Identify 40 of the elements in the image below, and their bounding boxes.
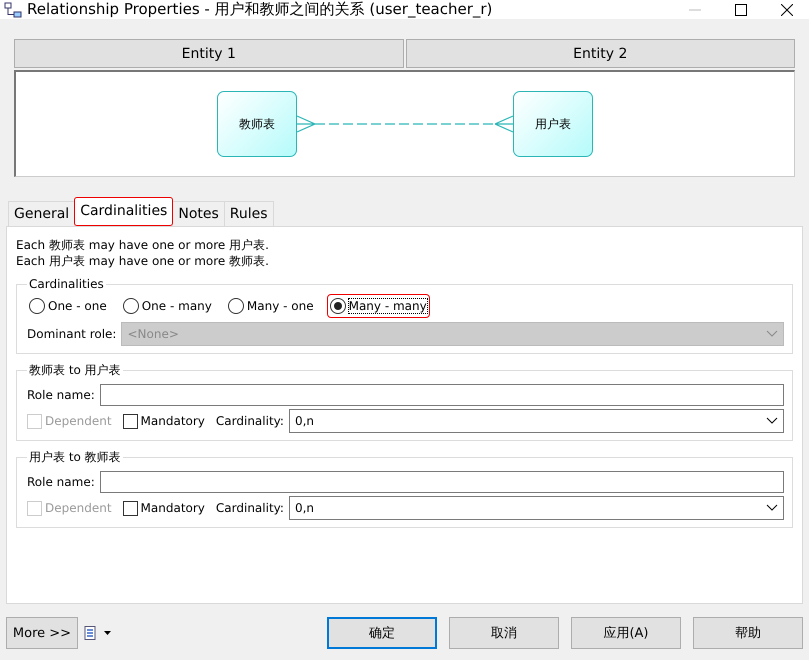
dropdown[interactable]: 0,n (288, 496, 784, 520)
window-title: Relationship Properties - 用户和教师之间的关系 (user_teacher_r) (27, 0, 494, 19)
document-dropdown-icon[interactable] (84, 626, 114, 640)
chevron-down-icon (766, 504, 778, 512)
tab[interactable]: Notes (172, 201, 225, 226)
checkbox[interactable]: Mandatory (122, 500, 205, 516)
checkbox[interactable]: Mandatory (122, 414, 205, 428)
field-label: Dominant role: (27, 327, 116, 341)
description-text: Each 用户表 may have one or more 教师表. (16, 253, 270, 269)
entity-node: 用户表 (513, 91, 593, 157)
group-label: 用户表 to 教师表 (28, 449, 122, 466)
group-label: Cardinalities (28, 277, 105, 291)
input-field[interactable] (100, 471, 784, 493)
tab[interactable]: Rules (224, 201, 274, 226)
close-icon[interactable] (781, 4, 793, 16)
radio-option[interactable]: Many - one (226, 295, 316, 317)
radio-option[interactable]: One - many (120, 295, 214, 317)
radio-option[interactable]: One - one (27, 295, 109, 317)
radio-option[interactable]: Many - many (328, 295, 429, 317)
column-header: Entity 2 (406, 39, 795, 68)
dialog-button[interactable]: 帮助 (693, 617, 803, 649)
field-label: Role name: (27, 475, 95, 489)
field-label: Cardinality: (216, 501, 284, 515)
tab[interactable]: General (8, 201, 76, 226)
tab[interactable]: Cardinalities (74, 197, 174, 226)
chevron-down-icon (766, 417, 778, 425)
field-label: Role name: (27, 388, 95, 402)
dialog-button[interactable]: 确定 (327, 617, 437, 649)
more-button[interactable]: More >> (6, 617, 78, 649)
dropdown[interactable]: 0,n (288, 409, 784, 433)
dialog-button[interactable]: 取消 (449, 617, 559, 649)
chevron-down-icon (766, 330, 778, 338)
entity-node: 教师表 (217, 91, 297, 157)
dialog-button[interactable]: 应用(A) (571, 617, 681, 649)
maximize-icon[interactable] (735, 4, 747, 16)
description-text: Each 教师表 may have one or more 用户表. (16, 237, 270, 253)
field-label: Cardinality: (216, 414, 284, 428)
input-field[interactable] (100, 384, 784, 406)
group-label: 教师表 to 用户表 (28, 362, 122, 379)
column-header: Entity 1 (14, 39, 404, 68)
